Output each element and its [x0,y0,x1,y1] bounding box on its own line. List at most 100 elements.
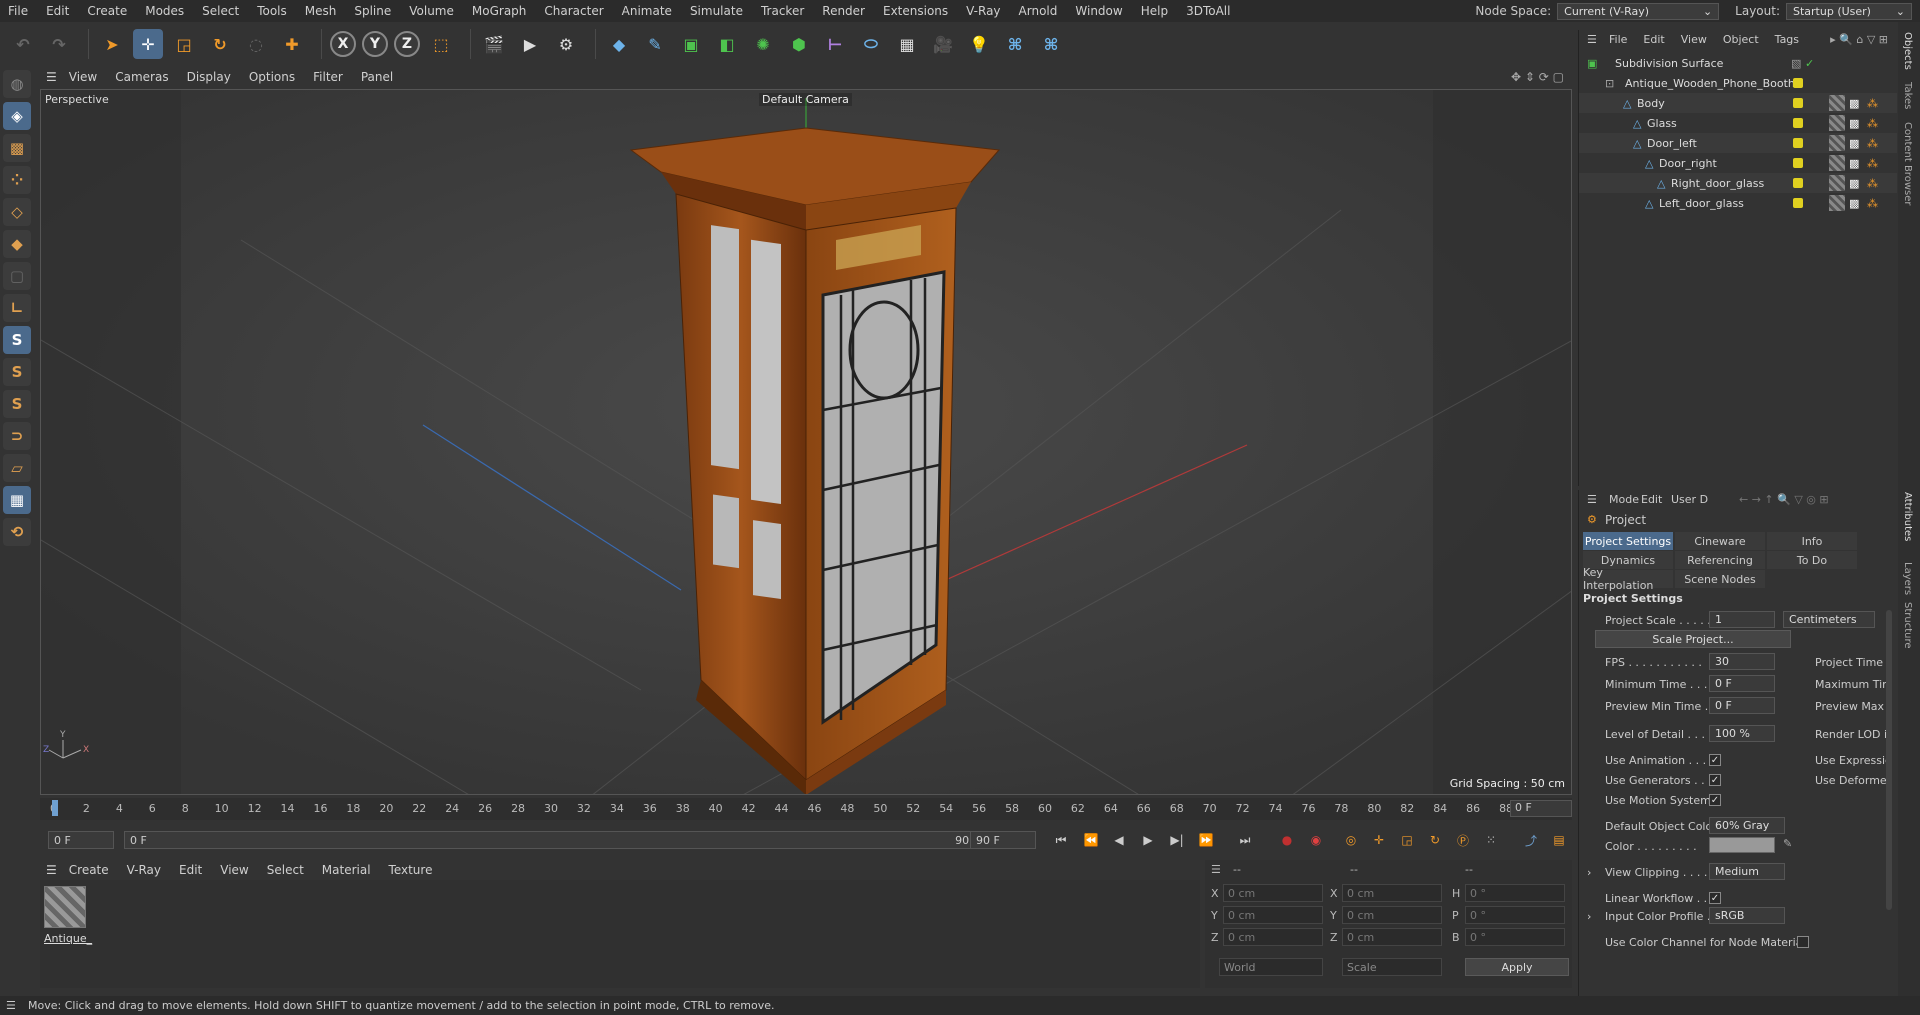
strip-tab-layers[interactable]: Layers [1902,562,1913,595]
frame-range-slider[interactable]: 0 F 90 F [124,831,986,849]
current-frame-field[interactable]: 0 F [1510,800,1572,817]
rotation-b-field[interactable]: 0 ° [1465,928,1565,946]
menu-simulate[interactable]: Simulate [690,4,743,18]
axis-mode-icon[interactable]: ∟ [3,294,31,322]
object-row-subdivision-surface[interactable]: ▣ Subdivision Surface ▧ ✓ [1579,53,1897,73]
uvw-tag-icon[interactable]: ▩ [1849,157,1859,170]
material-tag-icon[interactable] [1829,135,1845,151]
motion-path-icon[interactable]: ⤴ [1520,829,1542,851]
om-menu-view[interactable]: View [1681,33,1707,46]
menu-character[interactable]: Character [544,4,603,18]
menu-animate[interactable]: Animate [622,4,672,18]
key-param-icon[interactable]: Ⓟ [1452,829,1474,851]
use-motion-checkbox[interactable]: ✓ [1709,794,1721,806]
om-menu-file[interactable]: File [1609,33,1627,46]
chevron-right-icon[interactable]: › [1587,910,1591,923]
mat-menu-vray[interactable]: V-Ray [127,863,161,877]
check-icon[interactable]: ✓ [1805,57,1814,70]
key-scale-icon[interactable]: ◲ [1396,829,1418,851]
autokey-icon[interactable]: ◉ [1305,829,1327,851]
python-icon-2[interactable]: ⌘ [1036,29,1066,59]
coordinate-space-dropdown[interactable]: World [1219,958,1323,976]
object-row-phone-booth[interactable]: ⊡ Antique_Wooden_Phone_Booth [1579,73,1897,93]
cube-icon[interactable]: ◆ [604,29,634,59]
object-row-glass[interactable]: △ Glass ▩ ⁂ [1579,113,1897,133]
menu-modes[interactable]: Modes [145,4,184,18]
chevron-right-icon[interactable]: › [1587,866,1591,879]
menu-help[interactable]: Help [1141,4,1168,18]
uvw-tag-icon[interactable]: ▩ [1849,177,1859,190]
workplane-snap-icon[interactable]: S [3,390,31,418]
menu-3dtoall[interactable]: 3DToAll [1186,4,1230,18]
menu-create[interactable]: Create [87,4,127,18]
menu-spline[interactable]: Spline [354,4,391,18]
material-tag-icon[interactable] [1829,195,1845,211]
menu-vray[interactable]: V-Ray [966,4,1000,18]
layer-color-swatch[interactable] [1793,98,1803,108]
select-tool-icon[interactable]: ➤ [97,29,127,59]
x-axis-lock-icon[interactable]: X [330,31,356,57]
polygons-mode-icon[interactable]: ◆ [3,230,31,258]
color-channel-checkbox[interactable] [1797,936,1809,948]
phong-tag-icon[interactable]: ⁂ [1867,97,1878,110]
cloner-icon[interactable]: ✺ [748,29,778,59]
menu-volume[interactable]: Volume [409,4,454,18]
phong-tag-icon[interactable]: ⁂ [1867,157,1878,170]
deformer-icon[interactable]: ⊢ [820,29,850,59]
uvw-tag-icon[interactable]: ▩ [1849,137,1859,150]
object-row-left-door-glass[interactable]: △ Left_door_glass ▩ ⁂ [1579,193,1897,213]
layer-color-swatch[interactable] [1793,118,1803,128]
position-y-field[interactable]: 0 cm [1223,906,1323,924]
record-icon[interactable]: ● [1276,829,1298,851]
om-menu-object[interactable]: Object [1723,33,1759,46]
material-thumbnail[interactable] [44,886,86,928]
om-menu-edit[interactable]: Edit [1643,33,1664,46]
viewport-3d[interactable]: Y X Z Perspective Default Camera Grid Sp… [40,89,1572,795]
render-settings-icon[interactable]: ⚙ [551,29,581,59]
object-row-door-right[interactable]: △ Door_right ▩ ⁂ [1579,153,1897,173]
field-icon[interactable]: ⬭ [856,29,886,59]
attr-menu-edit[interactable]: Edit [1641,493,1662,506]
tab-scene-nodes[interactable]: Scene Nodes [1675,570,1765,588]
scale-tool-icon[interactable]: ◲ [169,29,199,59]
menu-select[interactable]: Select [202,4,239,18]
scale-mode-dropdown[interactable]: Scale [1342,958,1442,976]
color-swatch[interactable] [1709,837,1775,853]
edges-mode-icon[interactable]: ◇ [3,198,31,226]
viewport-menu-options[interactable]: Options [249,70,295,84]
menu-arnold[interactable]: Arnold [1019,4,1058,18]
use-animation-checkbox[interactable]: ✓ [1709,754,1721,766]
camera-icon[interactable]: 🎥 [928,29,958,59]
phong-tag-icon[interactable]: ⁂ [1867,137,1878,150]
lock-workplane-icon[interactable]: ⟲ [3,518,31,546]
tab-referencing[interactable]: Referencing [1675,551,1765,569]
fps-field[interactable]: 30 [1709,653,1775,670]
play-icon[interactable]: ▶ [1137,829,1159,851]
object-row-body[interactable]: △ Body ▩ ⁂ [1579,93,1897,113]
hamburger-icon[interactable]: ☰ [1587,493,1597,506]
default-color-dropdown[interactable]: 60% Gray [1709,817,1785,834]
tab-cineware[interactable]: Cineware [1675,532,1765,550]
texture-mode-icon[interactable]: ▩ [3,134,31,162]
extrude-icon[interactable]: ◧ [712,29,742,59]
keyframe-selection-icon[interactable]: ◎ [1340,829,1362,851]
viewport-menu-filter[interactable]: Filter [313,70,343,84]
layer-color-swatch[interactable] [1793,138,1803,148]
material-tag-icon[interactable] [1829,115,1845,131]
viewport-menu-view[interactable]: View [69,70,97,84]
om-menu-tags[interactable]: Tags [1775,33,1799,46]
position-x-field[interactable]: 0 cm [1223,884,1323,902]
strip-tab-takes[interactable]: Takes [1902,82,1913,109]
node-space-dropdown[interactable]: Current (V-Ray) ⌄ [1557,2,1720,20]
render-view-icon[interactable]: ▶ [515,29,545,59]
lod-field[interactable]: 100 % [1709,725,1775,742]
hamburger-icon[interactable]: ☰ [1587,33,1597,46]
redo-icon[interactable]: ↷ [44,29,74,59]
move-tool-icon[interactable]: ✛ [133,29,163,59]
tab-project-settings[interactable]: Project Settings [1583,532,1673,550]
size-y-field[interactable]: 0 cm [1342,906,1442,924]
menu-edit[interactable]: Edit [46,4,69,18]
magnet-icon[interactable]: ⊃ [3,422,31,450]
tab-key-interpolation[interactable]: Key Interpolation [1583,566,1673,592]
hamburger-icon[interactable]: ☰ [46,863,57,877]
